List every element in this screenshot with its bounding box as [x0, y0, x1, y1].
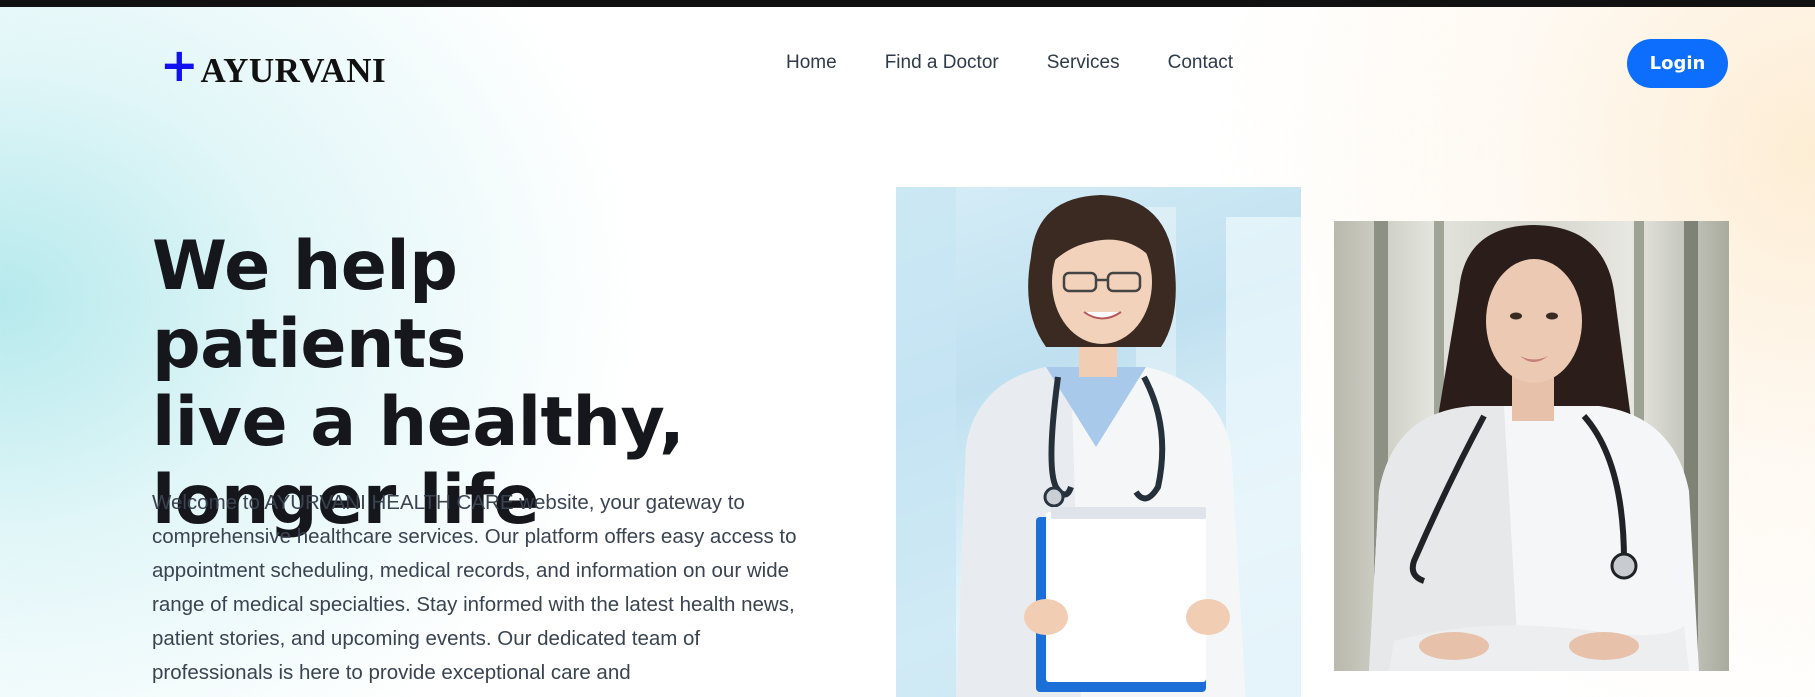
logo-text: AYURVANI	[200, 51, 387, 90]
medical-plus-icon: +	[160, 38, 199, 92]
site-header: + AYURVANI Home Find a Doctor Services C…	[0, 7, 1815, 120]
doctor-photo-glasses-holding-folders	[896, 187, 1301, 697]
nav-services[interactable]: Services	[1047, 52, 1120, 74]
login-button[interactable]: Login	[1627, 39, 1728, 88]
hero-description: Welcome to AYURVANI HEALTH CARE website,…	[152, 491, 797, 684]
doctor-illustration-1	[896, 187, 1301, 697]
nav-find-a-doctor[interactable]: Find a Doctor	[885, 52, 999, 74]
hero-title-line: We help patients	[152, 227, 466, 384]
nav-contact[interactable]: Contact	[1168, 52, 1233, 74]
hero-title-line: live a healthy,	[152, 383, 685, 462]
doctor-illustration-2	[1369, 221, 1699, 671]
main-nav: Home Find a Doctor Services Contact	[786, 52, 1233, 74]
logo[interactable]: + AYURVANI	[160, 41, 386, 91]
doctor-photo-arms-crossed	[1334, 221, 1729, 671]
top-border	[0, 0, 1815, 7]
nav-home[interactable]: Home	[786, 52, 837, 74]
